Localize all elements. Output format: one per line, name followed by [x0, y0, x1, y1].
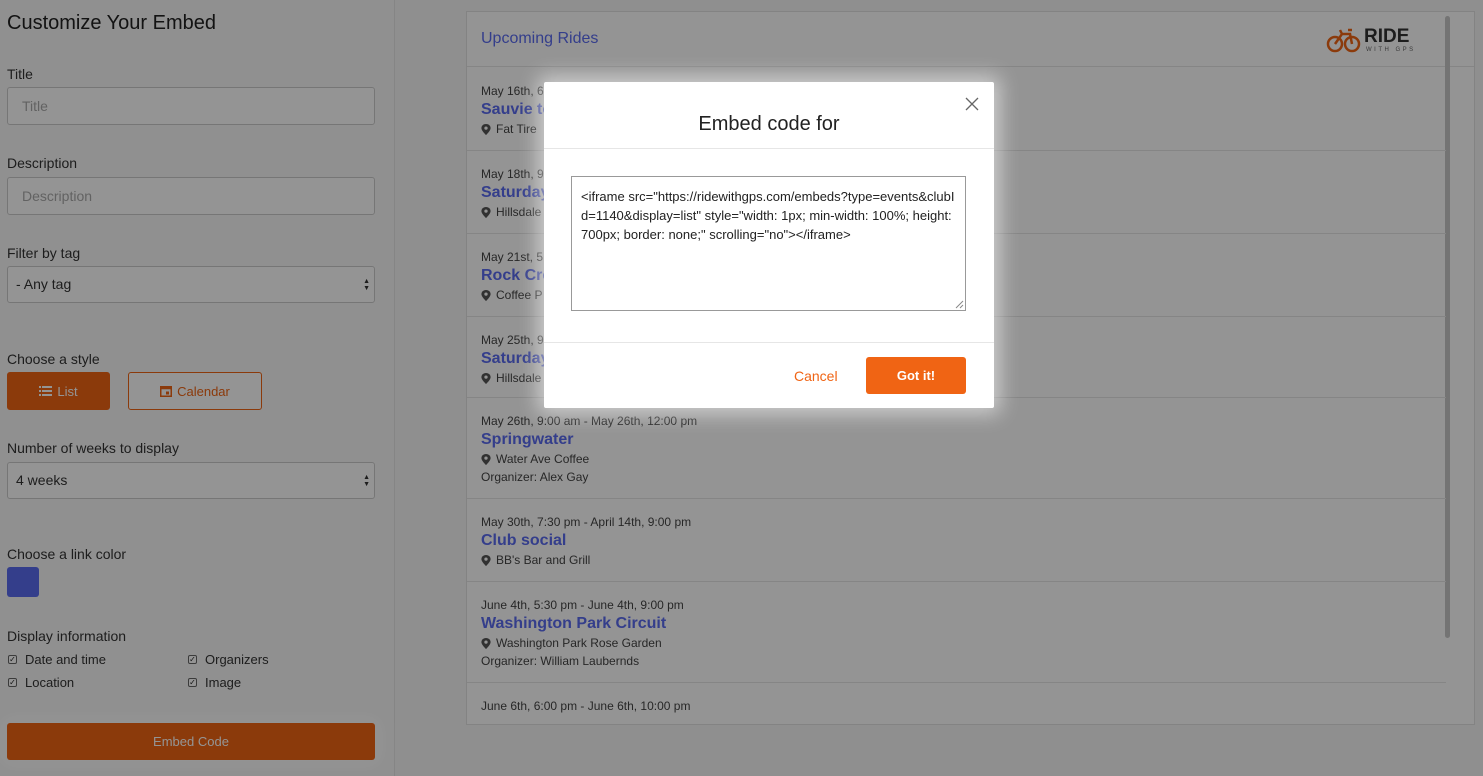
modal-title: Embed code for — [698, 113, 840, 135]
close-icon[interactable] — [964, 96, 980, 112]
got-it-button[interactable]: Got it! — [866, 357, 966, 394]
embed-code-text: <iframe src="https://ridewithgps.com/emb… — [581, 189, 955, 242]
modal-header: Embed code for — [544, 82, 994, 149]
resize-grip-icon[interactable] — [955, 300, 964, 309]
embed-code-modal: Embed code for <iframe src="https://ride… — [544, 82, 994, 408]
embed-code-textarea[interactable]: <iframe src="https://ridewithgps.com/emb… — [571, 176, 966, 311]
cancel-button[interactable]: Cancel — [794, 368, 838, 384]
